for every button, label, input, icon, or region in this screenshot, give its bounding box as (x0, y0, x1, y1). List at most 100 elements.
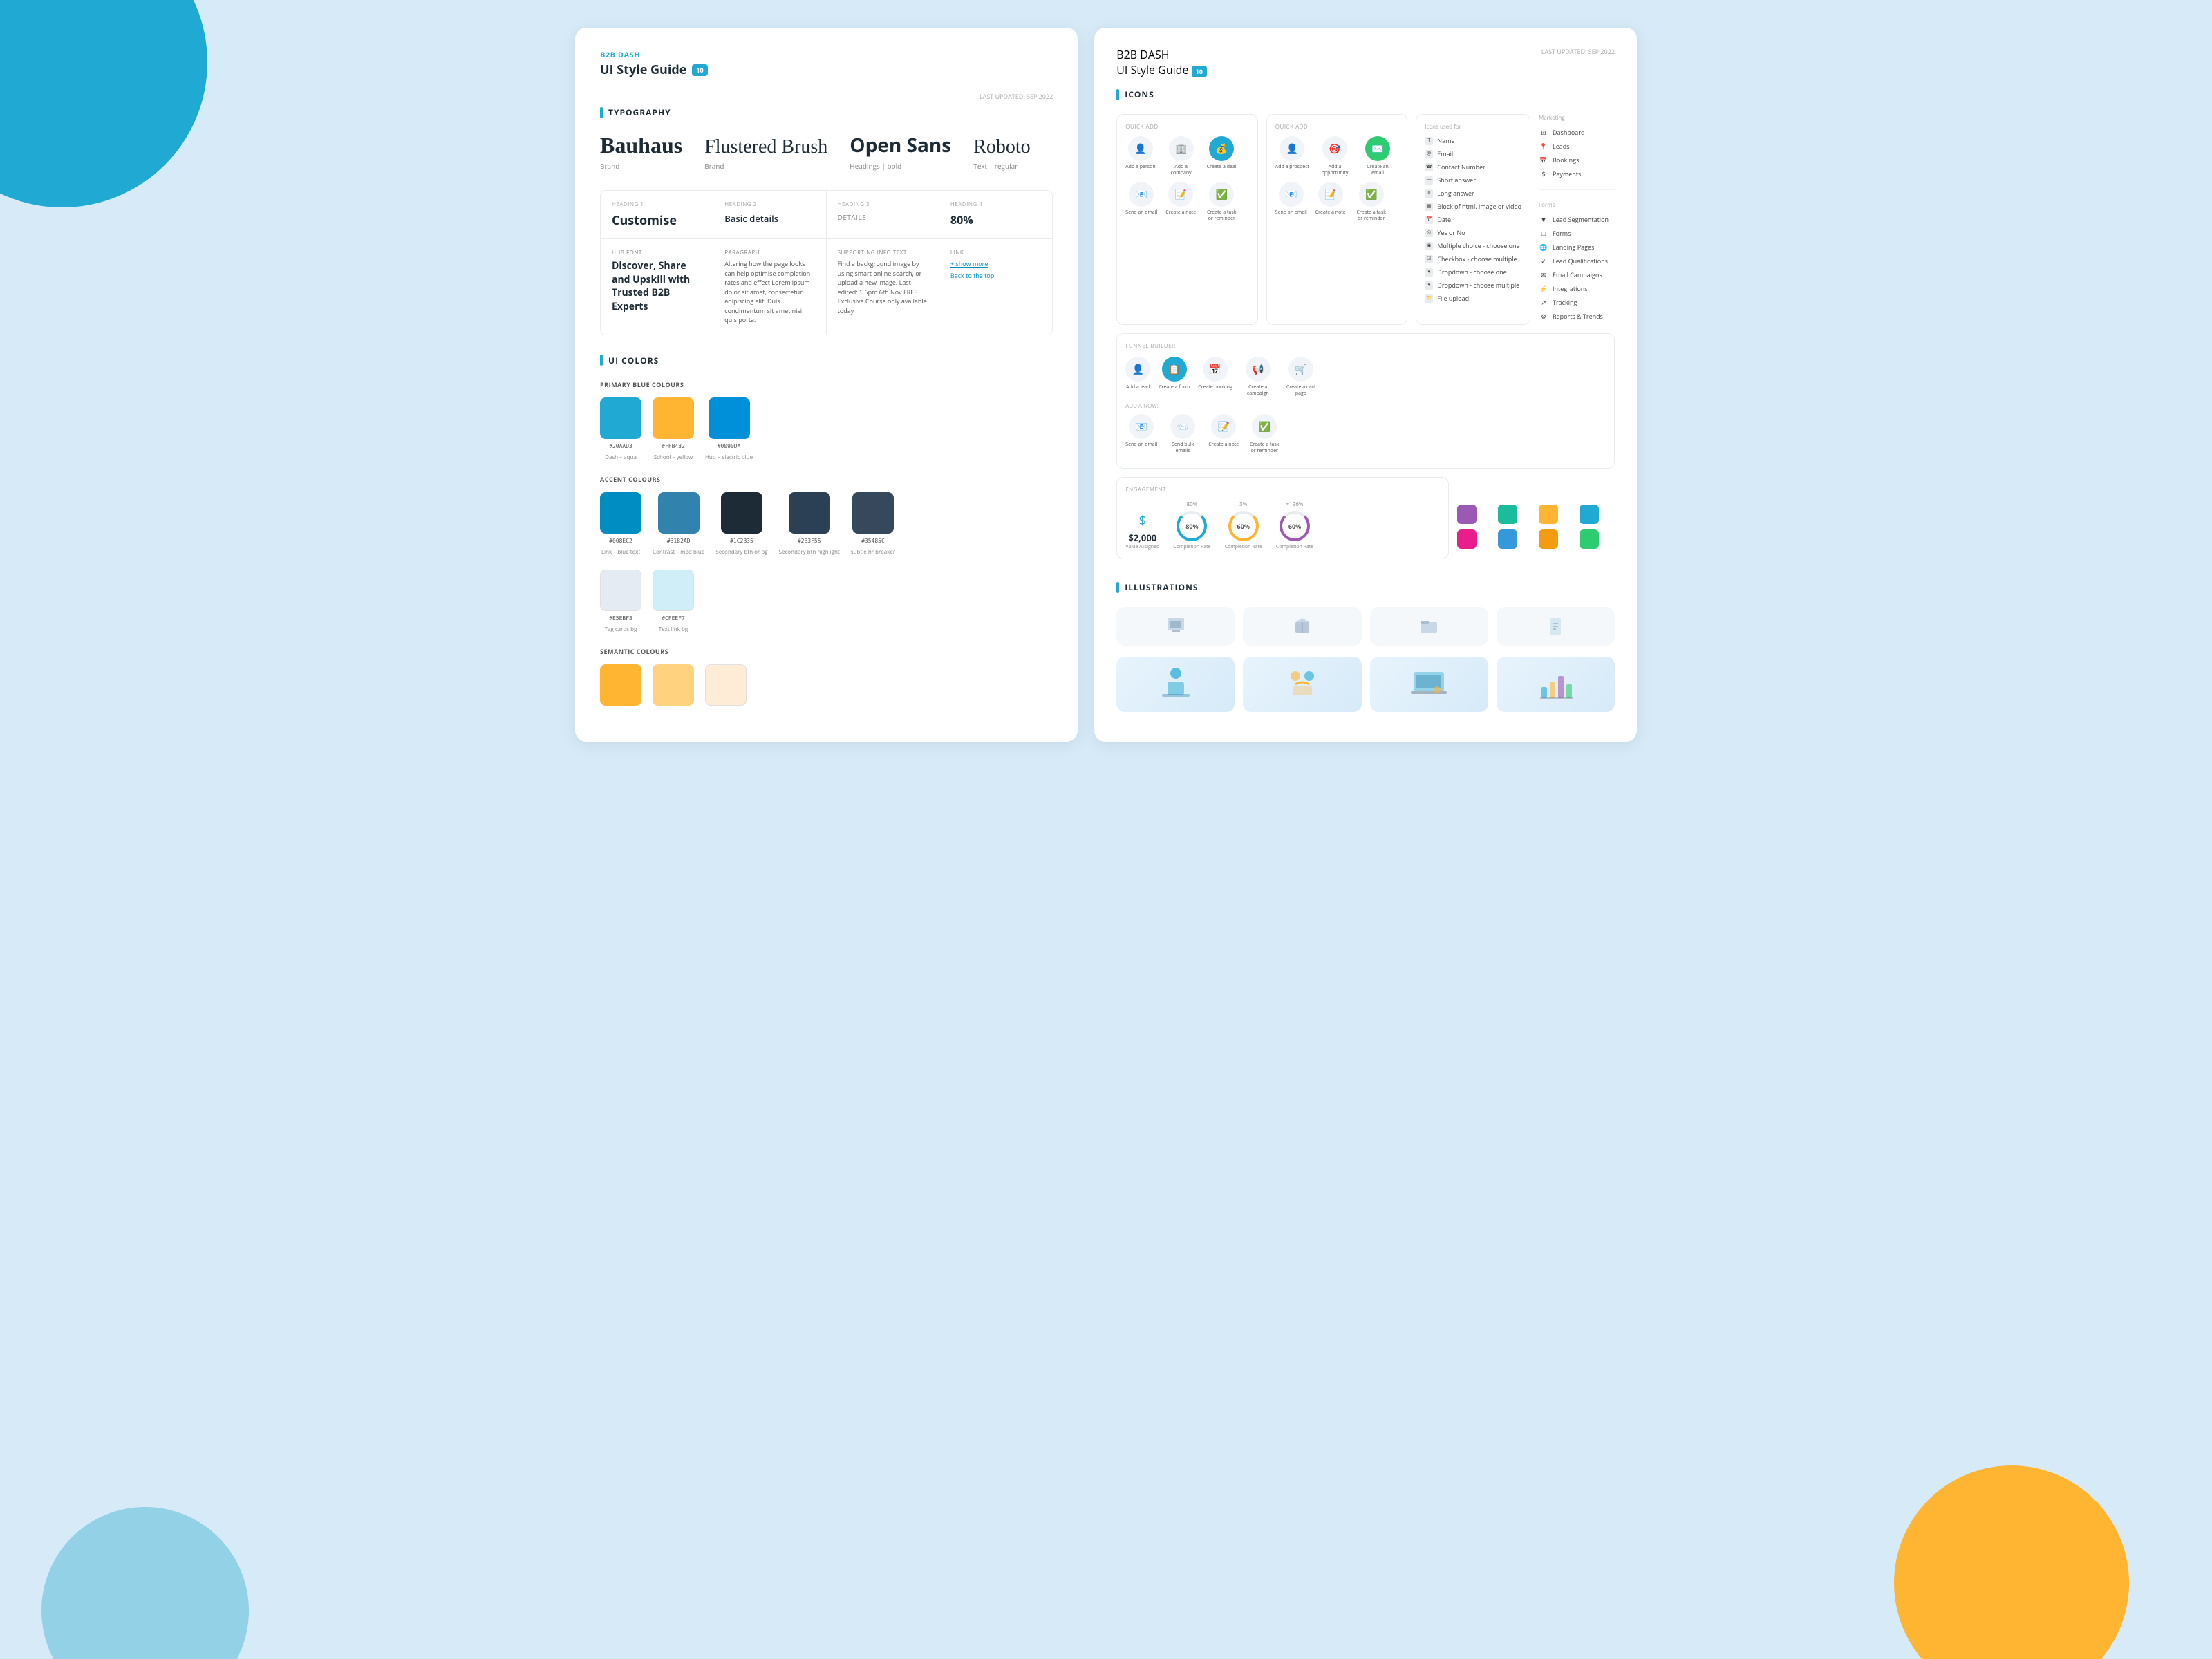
swatch-blue-box (709, 397, 750, 439)
icon-add-opportunity[interactable]: 🎯 Add a opportunity (1318, 136, 1352, 176)
engagement-value: $ $2,000 Value Assigned (1125, 512, 1159, 550)
funnel-send-email-icon: 📧 (1129, 414, 1154, 439)
icon-create-task-2[interactable]: ✅ Create a task or reminder (1354, 182, 1389, 222)
font-item-flustered: Flustered Brush Brand (704, 136, 827, 171)
icon-create-note-2[interactable]: 📝 Create a note (1315, 182, 1346, 222)
icons-used-dropdown-multi: ▾ Dropdown - choose multiple (1425, 281, 1521, 290)
swatch-semantic2-box (653, 664, 694, 706)
send-email-2-label: Send an email (1275, 209, 1307, 216)
integrations-label: Integrations (1553, 284, 1588, 293)
typo-cell-h2: HEADING 2 Basic details (713, 191, 826, 238)
right-brand-header: B2B DASH UI Style Guide 10 (1116, 47, 1207, 77)
light-swatches: #E5EBF3 Tag cards bg #CFEEF7 Text link b… (600, 570, 1053, 633)
version-badge: 10 (692, 64, 707, 76)
circle-80: 80% (1177, 511, 1207, 541)
forms-link-label: Forms (1553, 229, 1571, 238)
create-task-icon: ✅ (1209, 182, 1234, 207)
swatch-semantic2 (653, 664, 694, 706)
funnel-create-note[interactable]: 📝 Create a note (1208, 414, 1239, 454)
add-company-icon: 🏢 (1169, 136, 1194, 161)
para-text: Altering how the page looks can help opt… (724, 259, 814, 325)
link-show-more[interactable]: + show more (950, 259, 1041, 268)
bg-decoration-yellow (1894, 1465, 2129, 1659)
right-header: B2B DASH UI Style Guide 10 LAST UPDATED:… (1116, 47, 1615, 77)
name-label: Name (1437, 136, 1454, 145)
funnel-title: FUNNEL BUILDER (1125, 342, 1606, 350)
icons-used-dropdown: ▾ Dropdown - choose one (1425, 268, 1521, 276)
illustrations-large-grid (1116, 657, 1615, 712)
illus-laptop-svg (1408, 664, 1450, 705)
last-updated-left: LAST UPDATED: SEP 2022 (600, 92, 1053, 101)
icons-used-panel: Icons used for T Name @ Email ☎ Contact … (1416, 114, 1530, 325)
long-answer-label: Long answer (1437, 189, 1474, 198)
para-label: PARAGRAPH (724, 249, 814, 256)
lead-seg-label: Lead Segmentation (1553, 215, 1609, 224)
font-item-bauhaus: Bauhaus Brand (600, 133, 682, 171)
font-bauhaus-display: Bauhaus (600, 133, 682, 158)
marketing-payments: $ Payments (1539, 169, 1615, 178)
icons-used-contact: ☎ Contact Number (1425, 162, 1521, 171)
email-label: Email (1437, 149, 1453, 158)
short-answer-icon: — (1425, 176, 1433, 185)
right-version-badge: 10 (1192, 66, 1207, 77)
typo-cell-support: SUPPORTING INFO TEXT Find a background i… (827, 239, 939, 335)
create-note-label: Create a note (1165, 209, 1196, 216)
icon-send-email-2[interactable]: 📧 Send an email (1275, 182, 1307, 222)
funnel-send-bulk[interactable]: 📨 Send bulk emails (1165, 414, 1200, 454)
icons-used-yesno: ◎ Yes or No (1425, 228, 1521, 237)
forms-leadq: ✓ Lead Qualifications (1539, 256, 1615, 265)
funnel-create-note-icon: 📝 (1211, 414, 1236, 439)
support-label: SUPPORTING INFO TEXT (838, 249, 928, 256)
forms-tracking: ↗ Tracking (1539, 297, 1615, 307)
icon-create-task[interactable]: ✅ Create a task or reminder (1204, 182, 1239, 222)
add-opportunity-icon: 🎯 (1322, 136, 1347, 161)
marketing-leads: 📍 Leads (1539, 141, 1615, 151)
engagement-80: 80% 80% Completion Rate (1173, 500, 1210, 550)
circle-60b: 60% (1280, 511, 1310, 541)
leads-icon: 📍 (1539, 141, 1548, 151)
funnel-create-form[interactable]: 📋 Create a form (1159, 357, 1190, 397)
icon-add-company[interactable]: 🏢 Add a company (1164, 136, 1199, 176)
h3-label: HEADING 3 (838, 200, 928, 208)
icon-create-email[interactable]: ✉️ Create an email (1360, 136, 1395, 176)
support-text: Find a background image by using smart o… (838, 259, 928, 315)
illus-doc-svg (1544, 615, 1566, 637)
marketing-panel: Marketing ⊞ Dashboard 📍 Leads 📅 Bookings… (1539, 114, 1615, 325)
funnel-create-campaign[interactable]: 📢 Create a campaign (1241, 357, 1275, 397)
link-back-top[interactable]: Back to the top (950, 271, 1041, 280)
icon-add-prospect[interactable]: 👤 Add a prospect (1275, 136, 1309, 176)
add-a-now-label: ADD A NOW: (1125, 402, 1606, 410)
icon-add-person[interactable]: 👤 Add a person (1125, 136, 1155, 176)
icon-send-email[interactable]: 📧 Send an email (1125, 182, 1157, 222)
funnel-add-lead[interactable]: 👤 Add a lead (1125, 357, 1150, 397)
icon-create-deal[interactable]: 💰 Create a deal (1207, 136, 1237, 176)
icons-used-block: ▦ Block of html, image or video (1425, 202, 1521, 211)
completion-80-title: 80% (1173, 500, 1210, 508)
icons-used-name: T Name (1425, 136, 1521, 145)
funnel-create-cart[interactable]: 🛒 Create a cart page (1284, 357, 1318, 397)
font-opensans-display: Open Sans (850, 132, 951, 158)
swatch-secondary-hex: #1C2B35 (730, 538, 753, 544)
swatch-secondary-hl-box (789, 492, 830, 534)
funnel-send-email[interactable]: 📧 Send an email (1125, 414, 1157, 454)
swatch-contrast: #3182AD Contrast – med blue (653, 492, 704, 556)
funnel-create-task[interactable]: ✅ Create a task or reminder (1247, 414, 1282, 454)
forms-reports: ⚙ Reports & Trends (1539, 311, 1615, 321)
font-roboto-label: Text | regular (973, 161, 1030, 171)
swatch-link-box (600, 492, 641, 534)
funnel-create-booking[interactable]: 📅 Create booking (1198, 357, 1232, 397)
typo-cell-para: PARAGRAPH Altering how the page looks ca… (713, 239, 826, 335)
create-task-label: Create a task or reminder (1204, 209, 1239, 222)
send-email-2-icon: 📧 (1279, 182, 1304, 207)
lead-seg-icon: ▼ (1539, 214, 1548, 224)
swatch-contrast-box (658, 492, 700, 534)
funnel-box: FUNNEL BUILDER 👤 Add a lead 📋 Create a f… (1116, 333, 1615, 469)
illus-small-3 (1370, 607, 1488, 646)
forms-label: Forms (1539, 201, 1615, 209)
h3-text: DETAILS (838, 212, 928, 222)
icon-create-note[interactable]: 📝 Create a note (1165, 182, 1196, 222)
guide-title: UI Style Guide 10 (600, 62, 1053, 78)
typography-table: HEADING 1 Customise HEADING 2 Basic deta… (600, 190, 1053, 335)
create-deal-icon: 💰 (1209, 136, 1234, 161)
h1-label: HEADING 1 (612, 200, 702, 208)
